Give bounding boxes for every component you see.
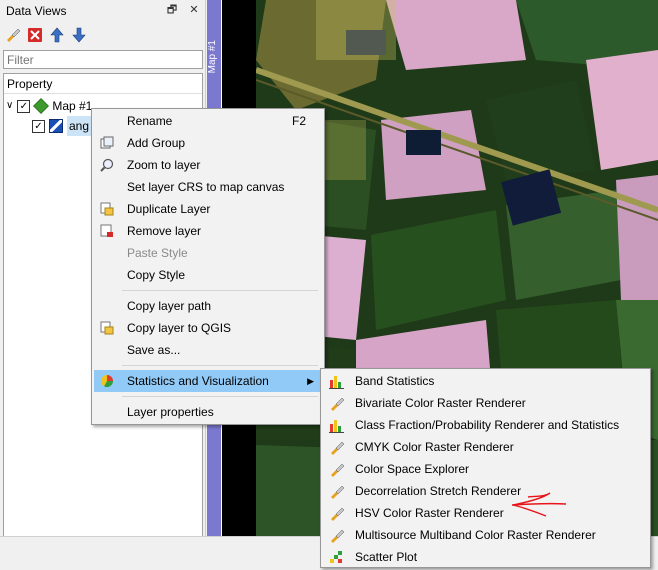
submenu-bivariate-renderer[interactable]: Bivariate Color Raster Renderer [323,392,648,414]
statistics-submenu: Band Statistics Bivariate Color Raster R… [320,368,651,568]
remove-icon[interactable] [26,26,44,44]
close-panel-icon[interactable]: ✕ [187,3,201,17]
menu-remove-layer[interactable]: Remove layer [94,220,322,242]
menu-copy-layer-to-qgis[interactable]: Copy layer to QGIS [94,317,322,339]
brush-icon [331,529,344,543]
move-up-icon[interactable] [48,26,66,44]
submenu-class-fraction-renderer[interactable]: Class Fraction/Probability Renderer and … [323,414,648,436]
copy-to-qgis-icon [100,321,114,335]
annotation-arrow-icon [511,492,567,517]
brush-icon[interactable] [4,26,22,44]
menu-copy-style[interactable]: Copy Style [94,264,322,286]
map-label: Map #1 [52,99,93,113]
duplicate-icon [100,202,114,216]
move-down-icon[interactable] [70,26,88,44]
map-tab-label[interactable]: Map #1 [207,40,221,73]
checkbox[interactable]: ✓ [32,119,45,133]
menu-rename[interactable]: Rename F2 [94,110,322,132]
menu-statistics-and-visualization[interactable]: Statistics and Visualization ▶ [94,370,322,392]
submenu-band-statistics[interactable]: Band Statistics [323,370,648,392]
zoom-icon [100,158,114,172]
tree-item-map[interactable]: ∨ ✓ Map #1 [6,96,92,116]
tree-header: Property [4,74,202,94]
filter-input[interactable] [3,50,203,69]
menu-separator [122,396,318,397]
menu-save-as[interactable]: Save as... [94,339,322,361]
menu-paste-style[interactable]: Paste Style [94,242,322,264]
map-icon [33,98,50,114]
submenu-arrow-icon: ▶ [307,376,314,386]
brush-icon [331,507,344,521]
menu-layer-properties[interactable]: Layer properties [94,401,322,423]
submenu-cmyk-renderer[interactable]: CMYK Color Raster Renderer [323,436,648,458]
checkbox[interactable]: ✓ [17,99,31,113]
tree-item-layer[interactable]: ✓ ang [32,116,92,136]
layer-label: ang [67,116,92,136]
bar-chart-icon [329,420,344,433]
remove-layer-icon [100,224,113,237]
menu-add-group[interactable]: Add Group [94,132,322,154]
float-panel-icon[interactable]: 🗗 [165,3,179,17]
raster-layer-icon [49,119,63,133]
brush-icon [331,441,344,455]
shortcut-label: F2 [291,114,306,128]
submenu-hsv-renderer[interactable]: HSV Color Raster Renderer [323,502,648,524]
add-group-icon [100,136,114,149]
bar-chart-icon [329,376,344,389]
submenu-multisource-multiband-renderer[interactable]: Multisource Multiband Color Raster Rende… [323,524,648,546]
menu-separator [122,365,318,366]
menu-set-layer-crs[interactable]: Set layer CRS to map canvas [94,176,322,198]
submenu-scatter-plot[interactable]: Scatter Plot [323,546,648,568]
menu-copy-layer-path[interactable]: Copy layer path [94,295,322,317]
menu-separator [122,290,318,291]
layer-context-menu: Rename F2 Add Group Zoom to layer Set la… [91,108,325,425]
brush-icon [331,397,344,411]
scatter-plot-icon [330,551,342,563]
brush-icon [331,463,344,477]
submenu-color-space-explorer[interactable]: Color Space Explorer [323,458,648,480]
brush-icon [331,485,344,499]
menu-zoom-to-layer[interactable]: Zoom to layer [94,154,322,176]
menu-duplicate-layer[interactable]: Duplicate Layer [94,198,322,220]
expand-icon[interactable]: ∨ [6,96,13,116]
submenu-decorrelation-stretch-renderer[interactable]: Decorrelation Stretch Renderer [323,480,648,502]
pie-chart-icon [100,375,113,388]
